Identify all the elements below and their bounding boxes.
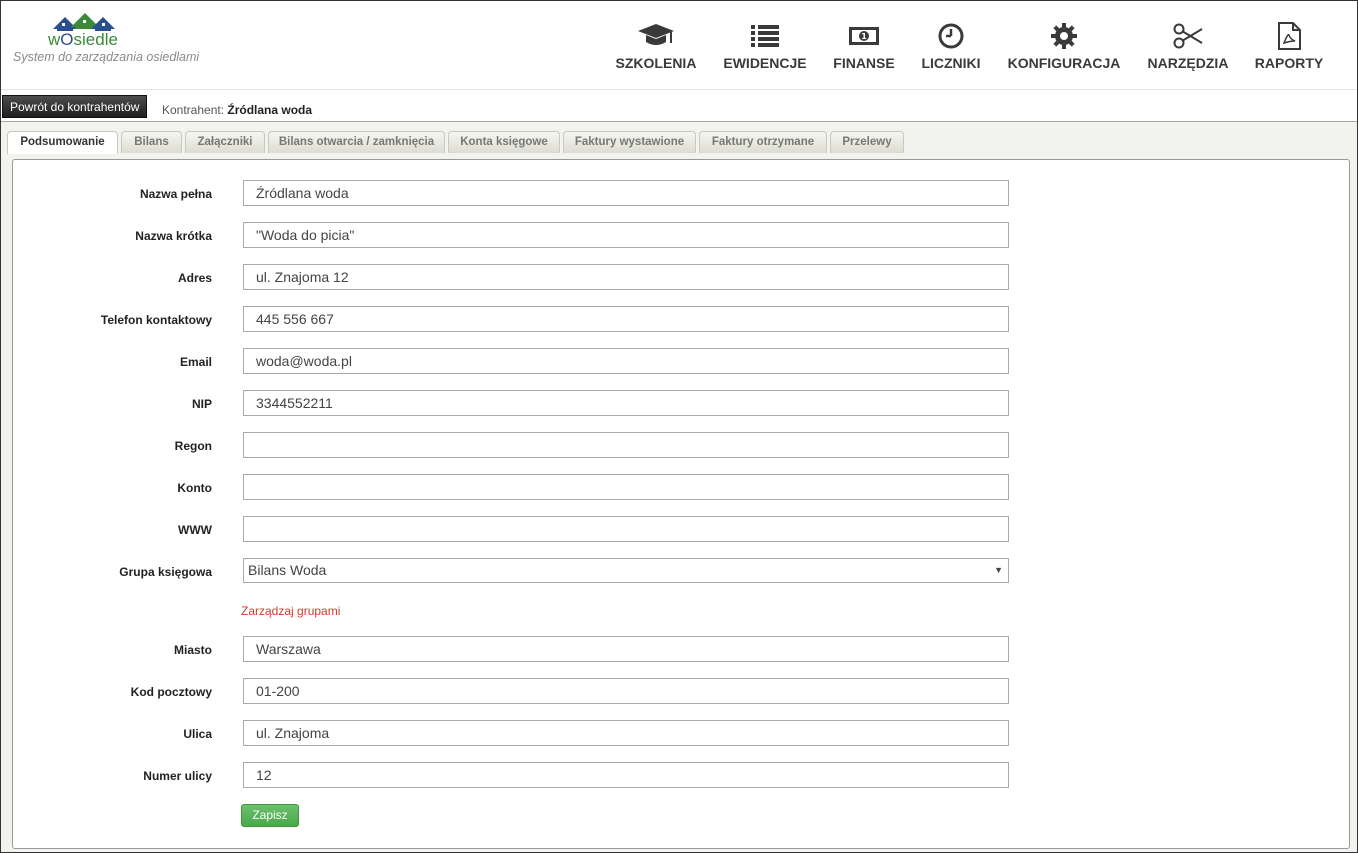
group-selected-value: Bilans Woda xyxy=(248,562,327,578)
regon-label: Regon xyxy=(174,439,212,453)
clock-icon xyxy=(938,23,964,49)
tab-zalaczniki[interactable]: Załączniki xyxy=(185,131,265,153)
tab-faktury-otrzymane[interactable]: Faktury otrzymane xyxy=(699,131,827,153)
manage-groups-link[interactable]: Zarządzaj grupami xyxy=(241,604,340,618)
main-nav: SZKOLENIA EWIDENCJE 1 FINANSE LICZNIKI K… xyxy=(601,21,1341,81)
nav-narzedzia[interactable]: NARZĘDZIA xyxy=(1145,21,1231,77)
postal-code-label: Kod pocztowy xyxy=(130,685,212,699)
www-input[interactable] xyxy=(243,516,1009,542)
row-short-name: Nazwa krótka xyxy=(13,222,1013,248)
subbar: Powrót do kontrahentów Kontrahent: Źródl… xyxy=(1,89,1357,121)
row-account: Konto xyxy=(13,474,1013,500)
nav-konfiguracja[interactable]: KONFIGURACJA xyxy=(1005,21,1123,77)
tab-faktury-wystawione[interactable]: Faktury wystawione xyxy=(563,131,696,153)
tab-przelewy[interactable]: Przelewy xyxy=(830,131,904,153)
account-input[interactable] xyxy=(243,474,1009,500)
logo-text: wOsiedle xyxy=(48,30,118,49)
summary-form: Nazwa pełna Nazwa krótka Adres Telefon k… xyxy=(12,159,1350,849)
row-full-name: Nazwa pełna xyxy=(13,180,1013,206)
full-name-label: Nazwa pełna xyxy=(139,187,212,201)
gear-icon xyxy=(1051,23,1077,49)
street-label: Ulica xyxy=(183,727,212,741)
tabs-area: Podsumowanie Bilans Załączniki Bilans ot… xyxy=(1,121,1357,853)
svg-text:1: 1 xyxy=(861,32,867,41)
row-group: Grupa księgowa Bilans Woda ▼ xyxy=(13,558,1013,584)
nip-input[interactable] xyxy=(243,390,1009,416)
chevron-down-icon: ▼ xyxy=(994,565,1003,575)
contractor-name: Źródlana woda xyxy=(227,103,313,117)
app-tagline: System do zarządzania osiedlami xyxy=(13,50,200,64)
tab-bilans[interactable]: Bilans xyxy=(121,131,182,153)
tab-podsumowanie[interactable]: Podsumowanie xyxy=(7,131,118,154)
pdf-file-icon xyxy=(1278,22,1301,50)
row-street-number: Numer ulicy xyxy=(13,762,1013,788)
group-label: Grupa księgowa xyxy=(119,565,212,579)
phone-input[interactable] xyxy=(243,306,1009,332)
scissors-icon xyxy=(1173,23,1203,49)
street-input[interactable] xyxy=(243,720,1009,746)
street-number-input[interactable] xyxy=(243,762,1009,788)
tab-konta-ksiegowe[interactable]: Konta księgowe xyxy=(448,131,560,153)
group-select[interactable]: Bilans Woda ▼ xyxy=(243,558,1009,583)
nav-raporty[interactable]: RAPORTY xyxy=(1251,21,1327,77)
nip-label: NIP xyxy=(191,397,212,411)
contractor-heading: Kontrahent: Źródlana woda xyxy=(162,103,312,117)
account-label: Konto xyxy=(177,481,212,495)
row-nip: NIP xyxy=(13,390,1013,416)
row-email: Email xyxy=(13,348,1013,374)
save-button[interactable]: Zapisz xyxy=(241,804,299,827)
row-city: Miasto xyxy=(13,636,1013,662)
app-header: wOsiedle System do zarządzania osiedlami… xyxy=(1,1,1357,89)
nav-finanse[interactable]: 1 FINANSE xyxy=(829,21,899,77)
address-input[interactable] xyxy=(243,264,1009,290)
email-input[interactable] xyxy=(243,348,1009,374)
graduation-cap-icon xyxy=(638,24,674,45)
row-regon: Regon xyxy=(13,432,1013,458)
list-icon xyxy=(751,25,779,47)
email-label: Email xyxy=(179,355,212,369)
nav-szkolenia[interactable]: SZKOLENIA xyxy=(615,21,697,77)
www-label: WWW xyxy=(178,523,212,537)
row-postal-code: Kod pocztowy xyxy=(13,678,1013,704)
back-to-contractors-button[interactable]: Powrót do kontrahentów xyxy=(2,95,148,118)
full-name-input[interactable] xyxy=(243,180,1009,206)
row-street: Ulica xyxy=(13,720,1013,746)
short-name-label: Nazwa krótka xyxy=(135,229,212,243)
regon-input[interactable] xyxy=(243,432,1009,458)
nav-ewidencje[interactable]: EWIDENCJE xyxy=(721,21,809,77)
row-phone: Telefon kontaktowy xyxy=(13,306,1013,332)
row-address: Adres xyxy=(13,264,1013,290)
tab-bilans-otwarcia[interactable]: Bilans otwarcia / zamknięcia xyxy=(268,131,445,153)
phone-label: Telefon kontaktowy xyxy=(100,313,212,327)
row-www: WWW xyxy=(13,516,1013,542)
postal-code-input[interactable] xyxy=(243,678,1009,704)
city-label: Miasto xyxy=(173,643,212,657)
contractor-label: Kontrahent: xyxy=(162,103,225,117)
short-name-input[interactable] xyxy=(243,222,1009,248)
city-input[interactable] xyxy=(243,636,1009,662)
address-label: Adres xyxy=(177,271,212,285)
banknote-icon: 1 xyxy=(849,27,879,45)
street-number-label: Numer ulicy xyxy=(143,769,212,783)
nav-liczniki[interactable]: LICZNIKI xyxy=(917,21,985,77)
